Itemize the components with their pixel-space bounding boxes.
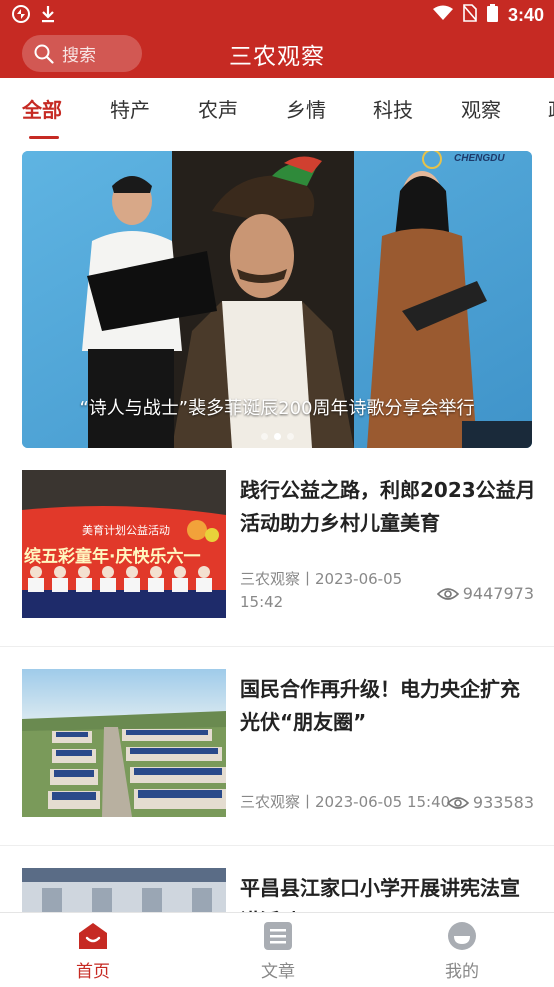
carousel-indicator xyxy=(22,433,532,440)
status-bar: 3:40 xyxy=(0,0,554,30)
tab-specialty[interactable]: 特产 xyxy=(110,94,150,123)
tab-observation[interactable]: 观察 xyxy=(461,94,501,123)
view-count: 9447973 xyxy=(436,584,534,603)
banner-caption: “诗人与战士”裴多菲诞辰200周年诗歌分享会举行 xyxy=(79,398,475,419)
carousel-dot-active[interactable] xyxy=(273,433,281,440)
wifi-icon xyxy=(432,5,453,25)
banner-carousel[interactable]: CHENGDU “诗人与战士”裴多菲诞辰200周年诗歌分享会举行 xyxy=(22,151,532,448)
news-thumbnail xyxy=(22,868,226,912)
nav-articles-label: 文章 xyxy=(261,962,295,982)
banner-logo-text: CHENGDU xyxy=(454,153,505,164)
news-title[interactable]: 国民合作再升级！电力央企扩充光伏“朋友圈” xyxy=(240,673,536,739)
nav-home[interactable]: 首页 xyxy=(53,921,133,982)
nav-home-label: 首页 xyxy=(76,962,110,982)
tab-hometown[interactable]: 乡情 xyxy=(286,94,326,123)
news-thumbnail: 美育计划公益活动 缤五彩童年·庆快乐六一 xyxy=(22,470,226,618)
app-bar: 搜索 三农观察 xyxy=(0,30,554,78)
view-count: 933583 xyxy=(446,793,534,812)
eye-icon xyxy=(436,587,459,600)
news-item[interactable]: 平昌县江家口小学开展讲宪法宣讲活动 xyxy=(0,846,554,912)
news-meta: 三农观察丨2023-06-05 15:42 xyxy=(240,570,403,611)
battery-icon xyxy=(486,4,498,26)
download-icon xyxy=(40,5,56,27)
nav-profile[interactable]: 我的 xyxy=(422,921,502,982)
tab-technology[interactable]: 科技 xyxy=(373,94,413,123)
news-item[interactable]: 美育计划公益活动 缤五彩童年·庆快乐六一 践行公益之路，利郎2023公益月活动助… xyxy=(0,456,554,646)
news-title[interactable]: 平昌县江家口小学开展讲宪法宣讲活动 xyxy=(240,872,536,912)
carousel-dot[interactable] xyxy=(260,433,268,440)
view-count-value: 933583 xyxy=(472,793,534,812)
eye-icon xyxy=(446,796,469,809)
active-tab-indicator xyxy=(29,136,59,139)
tab-all[interactable]: 全部 xyxy=(22,94,62,123)
tab-farm-voice[interactable]: 农声 xyxy=(198,94,238,123)
nav-profile-label: 我的 xyxy=(445,962,479,982)
tab-politics[interactable]: 政 xyxy=(548,94,554,123)
thumbnail-text: 缤五彩童年·庆快乐六一 xyxy=(24,547,201,567)
carousel-dot[interactable] xyxy=(286,433,294,440)
home-icon xyxy=(79,923,107,949)
no-sim-icon xyxy=(463,4,477,26)
page-title: 三农观察 xyxy=(229,44,325,70)
thumbnail-text: 美育计划公益活动 xyxy=(82,524,170,537)
news-thumbnail xyxy=(22,669,226,817)
app-notification-icon xyxy=(12,5,30,27)
news-title[interactable]: 践行公益之路，利郎2023公益月活动助力乡村儿童美育 xyxy=(240,474,536,540)
clock: 3:40 xyxy=(507,4,544,25)
bottom-navigation: 首页 文章 我的 xyxy=(0,912,554,987)
profile-icon xyxy=(448,922,476,950)
article-icon xyxy=(264,922,292,950)
nav-articles[interactable]: 文章 xyxy=(238,921,318,982)
news-item[interactable]: 国民合作再升级！电力央企扩充光伏“朋友圈” 三农观察丨2023-06-05 15… xyxy=(0,647,554,845)
view-count-value: 9447973 xyxy=(462,584,534,603)
category-tabs: 全部 特产 农声 乡情 科技 观察 政 xyxy=(0,78,554,142)
news-meta: 三农观察丨2023-06-05 15:40 xyxy=(240,793,451,811)
